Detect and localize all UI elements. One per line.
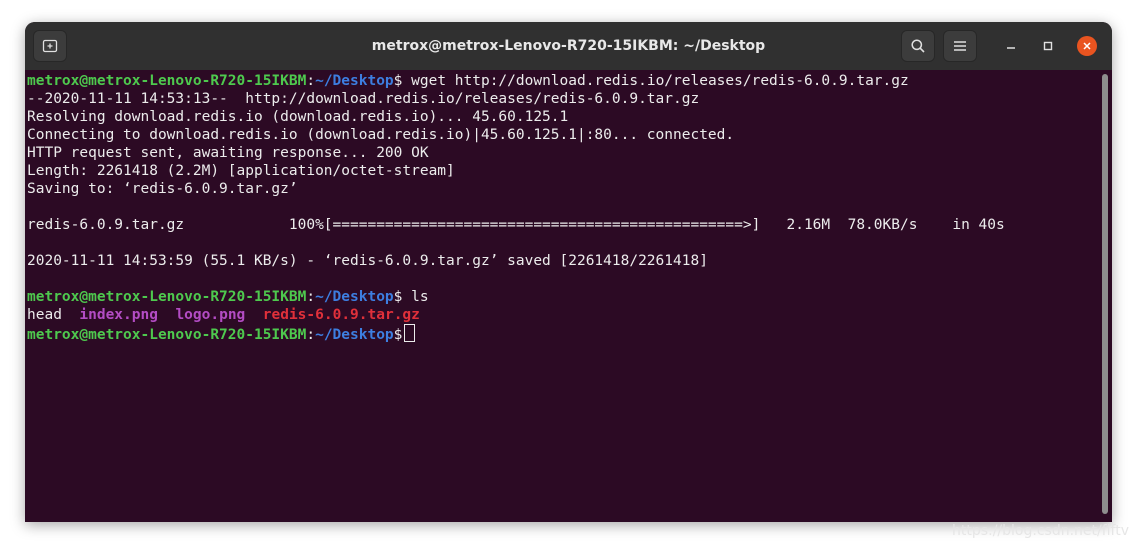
minimize-button[interactable] bbox=[1001, 36, 1021, 56]
output-line: --2020-11-11 14:53:13-- http://download.… bbox=[27, 91, 700, 107]
output-line: Saving to: ‘redis-6.0.9.tar.gz’ bbox=[27, 181, 298, 197]
ls-output-line: head index.png logo.png redis-6.0.9.tar.… bbox=[27, 306, 1100, 324]
output-line: 2020-11-11 14:53:59 (55.1 KB/s) - ‘redis… bbox=[27, 253, 708, 269]
search-button[interactable] bbox=[901, 30, 935, 62]
command-text: ls bbox=[402, 289, 429, 305]
minimize-icon bbox=[1007, 47, 1015, 49]
close-button[interactable] bbox=[1077, 36, 1097, 56]
terminal-output[interactable]: metrox@metrox-Lenovo-R720-15IKBM:~/Deskt… bbox=[25, 70, 1100, 522]
prompt-line: metrox@metrox-Lenovo-R720-15IKBM:~/Deskt… bbox=[27, 72, 1100, 90]
output-line: Connecting to download.redis.io (downloa… bbox=[27, 127, 735, 143]
file-logo-png: logo.png bbox=[175, 307, 246, 323]
scrollbar[interactable] bbox=[1102, 74, 1108, 514]
maximize-icon bbox=[1043, 41, 1053, 51]
search-icon bbox=[911, 39, 925, 53]
terminal-window: metrox@metrox-Lenovo-R720-15IKBM: ~/Desk… bbox=[25, 22, 1112, 522]
prompt-user-host: metrox@metrox-Lenovo-R720-15IKBM bbox=[27, 289, 307, 305]
file-index-png: index.png bbox=[79, 307, 158, 323]
prompt-line: metrox@metrox-Lenovo-R720-15IKBM:~/Deskt… bbox=[27, 288, 1100, 306]
maximize-button[interactable] bbox=[1038, 36, 1058, 56]
output-line: Length: 2261418 (2.2M) [application/octe… bbox=[27, 163, 455, 179]
prompt-dollar: $ bbox=[393, 327, 403, 343]
prompt-colon: : bbox=[306, 73, 316, 89]
output-line: Resolving download.redis.io (download.re… bbox=[27, 109, 569, 125]
command-text: wget http://download.redis.io/releases/r… bbox=[402, 73, 909, 89]
prompt-user-host: metrox@metrox-Lenovo-R720-15IKBM bbox=[27, 327, 307, 343]
prompt-colon: : bbox=[306, 327, 316, 343]
file-redis-archive: redis-6.0.9.tar.gz bbox=[262, 307, 420, 323]
menu-button[interactable] bbox=[943, 30, 977, 62]
watermark: https://blog.csdn.net/fiftv bbox=[951, 523, 1129, 539]
prompt-colon: : bbox=[306, 289, 316, 305]
text-cursor bbox=[404, 324, 416, 342]
prompt-path: ~/Desktop bbox=[315, 327, 394, 343]
file-head: head bbox=[27, 307, 62, 323]
hamburger-menu-icon bbox=[954, 41, 966, 51]
progress-line: redis-6.0.9.tar.gz 100%[================… bbox=[27, 217, 1005, 233]
prompt-user-host: metrox@metrox-Lenovo-R720-15IKBM bbox=[27, 73, 307, 89]
prompt-line: metrox@metrox-Lenovo-R720-15IKBM:~/Deskt… bbox=[27, 324, 1100, 343]
prompt-path: ~/Desktop bbox=[315, 289, 394, 305]
close-icon bbox=[1083, 42, 1091, 50]
output-line: HTTP request sent, awaiting response... … bbox=[27, 145, 429, 161]
prompt-path: ~/Desktop bbox=[315, 73, 394, 89]
title-bar: metrox@metrox-Lenovo-R720-15IKBM: ~/Desk… bbox=[25, 22, 1112, 70]
